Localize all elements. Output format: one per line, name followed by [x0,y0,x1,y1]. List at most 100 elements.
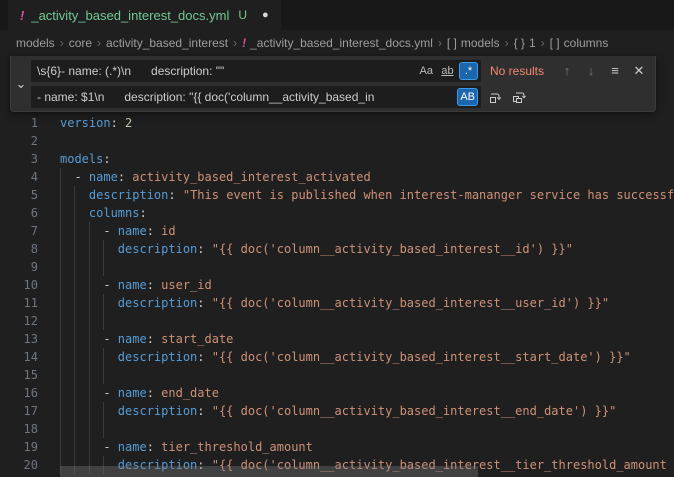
breadcrumb-label: _activity_based_interest_docs.yml [250,36,433,50]
code-line: 15 [0,366,674,384]
code-area: 1version: 223models:4 - name: activity_b… [0,114,674,474]
code-text: - name: end_date [60,384,219,402]
yaml-file-icon: ! [20,8,24,23]
code-text: - name: id [60,222,176,240]
match-case-button[interactable]: Aa [417,62,436,80]
indent-guide [60,312,61,330]
breadcrumb-item[interactable]: !_activity_based_interest_docs.yml [242,36,433,50]
symbol-icon: { } [514,36,525,50]
breadcrumb-item[interactable]: { } 1 [514,36,536,50]
replace-all-button[interactable] [509,87,529,107]
tab-bar: ! _activity_based_interest_docs.yml U ● [0,0,674,30]
code-text: description: "{{ doc('column__activity_b… [60,294,609,312]
code-text: - name: tier_threshold_amount [60,438,313,456]
line-number: 2 [0,132,38,150]
line-number: 3 [0,150,38,168]
indent-guide [74,420,75,438]
git-untracked-badge: U [238,8,247,22]
code-text: description: "{{ doc('column__activity_b… [60,240,573,258]
breadcrumb-separator: › [97,36,101,50]
breadcrumb-label: 1 [529,36,536,50]
line-number: 5 [0,186,38,204]
line-number: 1 [0,114,38,132]
line-number: 16 [0,384,38,402]
find-input[interactable] [31,60,481,82]
breadcrumb-item[interactable]: activity_based_interest [106,36,228,50]
line-number: 13 [0,330,38,348]
code-line: 18 [0,420,674,438]
code-line: 1 version: 2 [0,114,674,132]
code-line: 9 [0,258,674,276]
breadcrumb: models › core › activity_based_interest › !_ac… [0,30,674,55]
indent-guide [74,312,75,330]
breadcrumb-separator: › [60,36,64,50]
line-number: 12 [0,312,38,330]
indent-guide [103,312,104,330]
indent-guide [103,420,104,438]
code-line: 2 [0,132,674,150]
previous-match-button[interactable]: ↑ [557,61,577,81]
line-number: 4 [0,168,38,186]
code-text: version: 2 [60,114,132,132]
code-line: 17 description: "{{ doc('column__activit… [0,402,674,420]
horizontal-scrollbar[interactable] [60,466,478,477]
code-text: - name: user_id [60,276,212,294]
find-in-selection-button[interactable]: ≡ [605,61,625,81]
code-line: 3 models: [0,150,674,168]
indent-guide [74,366,75,384]
breadcrumb-item[interactable]: models [16,36,55,50]
preserve-case-button[interactable]: AB [457,88,478,106]
breadcrumb-separator: › [505,36,509,50]
whole-word-button[interactable]: ab [438,62,457,80]
line-number: 20 [0,456,38,474]
indent-guide [103,258,104,276]
line-number: 18 [0,420,38,438]
line-number: 11 [0,294,38,312]
breadcrumb-item[interactable]: [ ]columns [550,36,609,50]
code-line: 14 description: "{{ doc('column__activit… [0,348,674,366]
regex-button[interactable]: .* [459,62,478,80]
line-number: 8 [0,240,38,258]
line-number: 17 [0,402,38,420]
code-text: - name: start_date [60,330,233,348]
replace-input[interactable] [31,86,481,108]
chevron-down-icon: ⌄ [16,76,27,92]
line-number: 19 [0,438,38,456]
breadcrumb-label: models [461,36,500,50]
next-match-button[interactable]: ↓ [581,61,601,81]
indent-guide [74,258,75,276]
modified-dot-icon[interactable]: ● [262,9,269,21]
code-line: 12 [0,312,674,330]
close-button[interactable]: ✕ [629,61,649,81]
line-number: 14 [0,348,38,366]
indent-guide [60,366,61,384]
breadcrumb-item[interactable]: core [69,36,92,50]
line-number: 15 [0,366,38,384]
breadcrumb-label: columns [564,36,609,50]
breadcrumb-item[interactable]: [ ] models [447,36,500,50]
code-text: models: [60,150,111,168]
breadcrumb-label: activity_based_interest [106,36,228,50]
toggle-replace-button[interactable]: ⌄ [11,56,31,111]
indent-guide [89,366,90,384]
code-line: 10 - name: user_id [0,276,674,294]
code-line: 7 - name: id [0,222,674,240]
replace-row: AB [31,86,649,108]
tab-activity-based-interest-docs[interactable]: ! _activity_based_interest_docs.yml U ● [8,0,281,30]
indent-guide [89,420,90,438]
editor[interactable]: 1version: 223models:4 - name: activity_b… [0,55,674,477]
tab-filename: _activity_based_interest_docs.yml [31,8,229,23]
breadcrumb-label: models [16,36,55,50]
code-line: 19 - name: tier_threshold_amount [0,438,674,456]
replace-all-icon [511,89,527,105]
results-count: No results [490,64,544,78]
indent-guide [103,366,104,384]
line-number: 6 [0,204,38,222]
indent-guide [60,420,61,438]
symbol-icon: [ ] [447,36,457,50]
code-line: 13 - name: start_date [0,330,674,348]
code-line: 6 columns: [0,204,674,222]
replace-button[interactable] [485,87,505,107]
code-line: 8 description: "{{ doc('column__activity… [0,240,674,258]
line-number: 10 [0,276,38,294]
